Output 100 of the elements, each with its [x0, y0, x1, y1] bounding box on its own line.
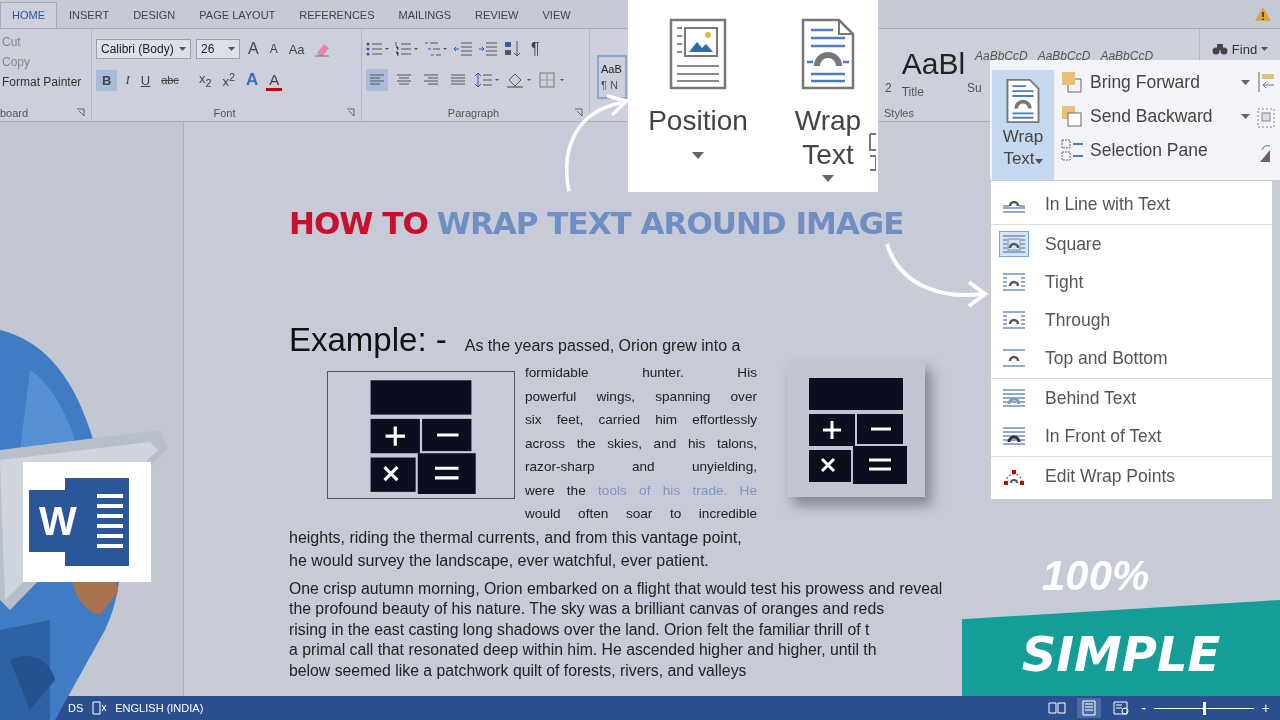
style-name: Title	[901, 85, 924, 99]
style-sample: AaBbCcD	[975, 49, 1028, 63]
zoom-in-button[interactable]: +	[1261, 700, 1270, 716]
ribbon-icon[interactable]	[868, 132, 876, 172]
body-text: powerful wings, spanning over	[525, 387, 757, 406]
group-label: Font	[213, 107, 236, 119]
group-label: Paragraph	[447, 107, 500, 119]
caret-icon	[1241, 79, 1250, 85]
view-mode-icon[interactable]	[1077, 698, 1102, 718]
promo-text: SIMPLE	[1021, 626, 1221, 682]
font-button[interactable]: A	[266, 40, 281, 58]
numbering-icon[interactable]	[395, 41, 419, 57]
arrange-command[interactable]: Selection Pane	[1060, 138, 1250, 162]
position-icon	[667, 18, 729, 90]
document-title: WRAP TEXT AROUND IMAGE	[436, 205, 904, 241]
warning-icon[interactable]	[1254, 6, 1272, 22]
menu-item[interactable]: Tight	[991, 263, 1272, 301]
wrap-option-icon	[1001, 309, 1027, 331]
body-text: razor-sharp and unyielding,	[525, 458, 757, 476]
shading-icon[interactable]	[505, 71, 533, 89]
font-family-field[interactable]: Calibri (Body)	[96, 39, 191, 59]
zoom-out-button[interactable]: -	[1141, 700, 1146, 716]
ribbon-large-button[interactable]: Wrap Text	[778, 18, 878, 192]
language-indicator[interactable]: ENGLISH (INDIA)	[115, 702, 204, 714]
caret-icon	[1241, 113, 1250, 119]
sort-icon[interactable]	[503, 40, 523, 58]
ribbon-tab[interactable]: HOME	[0, 2, 57, 28]
caret-icon	[1034, 159, 1043, 165]
menu-item[interactable]: Behind Text	[991, 379, 1272, 417]
ribbon-tab[interactable]: REFERENCES	[287, 2, 387, 28]
format-button[interactable]: x$_{2}$	[195, 69, 215, 91]
arrange-icon	[1060, 138, 1084, 162]
show-marks-button[interactable]: ¶	[528, 38, 543, 60]
arrange-command[interactable]: Send Backward	[1060, 104, 1250, 128]
launcher-icon[interactable]	[346, 108, 355, 117]
style-gallery-item[interactable]: 2	[885, 75, 892, 99]
ribbon-tab[interactable]: VIEW	[530, 2, 583, 28]
line-spacing-icon[interactable]	[474, 71, 500, 89]
style-name: ¶ N	[601, 79, 618, 91]
group-objects-icon[interactable]	[1256, 106, 1276, 130]
wrap-text-button[interactable]: Wrap Text	[992, 70, 1054, 180]
menu-item[interactable]: Edit Wrap Points	[991, 457, 1272, 495]
caret-icon[interactable]	[179, 47, 186, 51]
align-objects-icon[interactable]	[1256, 70, 1276, 94]
format-button[interactable]: B	[96, 69, 118, 91]
multilevel-list-icon[interactable]	[424, 41, 448, 57]
body-text: rising in the east casting long shadows over the land. Orion felt the familiar thrill of t	[289, 619, 870, 640]
arrange-command[interactable]: Bring Forward	[1060, 70, 1250, 94]
menu-item[interactable]: In Line with Text	[991, 185, 1272, 223]
wrap-option-icon	[1001, 425, 1027, 447]
example-heading: Example: -	[289, 321, 447, 359]
launcher-icon[interactable]	[76, 108, 85, 117]
increase-indent-icon[interactable]	[478, 41, 498, 57]
style-gallery-item[interactable]: Su	[967, 75, 982, 99]
format-button[interactable]: abc	[158, 72, 182, 88]
style-sample: AaBbCcD	[1100, 49, 1154, 63]
promo-text: 100%	[1042, 552, 1150, 600]
decrease-indent-icon[interactable]	[453, 41, 473, 57]
ribbon-tab[interactable]: REVIEW	[463, 2, 531, 28]
font-size-field[interactable]: 26	[196, 39, 240, 59]
ribbon-tab[interactable]: MAILINGS	[386, 2, 464, 28]
font-button[interactable]: A	[245, 38, 262, 60]
body-text: across the skies, and his talons,	[525, 434, 757, 453]
wrap-option-icon	[1001, 271, 1027, 293]
find-button[interactable]: Find	[1211, 39, 1269, 59]
menu-item[interactable]: In Front of Text	[991, 417, 1272, 455]
menu-item[interactable]: Top and Bottom	[991, 339, 1272, 377]
arrange-icon	[1060, 70, 1084, 94]
body-text: would often soar to incredible	[525, 505, 757, 523]
body-text: As the years passed, Orion grew into a	[464, 336, 741, 356]
clipboard-command[interactable]: Format Painter	[2, 75, 87, 89]
wrap-option-icon	[1001, 233, 1027, 255]
caret-icon	[1261, 47, 1269, 51]
wrap-text-icon	[1005, 78, 1041, 124]
ribbon-tab[interactable]: INSERT	[57, 2, 122, 28]
body-text: he would survey the landscape, ever watchful, ever patient.	[289, 551, 709, 571]
body-text: heights, riding the thermal currents, and from this vantage point,	[289, 527, 742, 548]
wrap-option-icon	[1001, 387, 1027, 409]
format-button[interactable]: U	[137, 70, 154, 90]
caret-icon[interactable]	[228, 47, 235, 51]
menu-item[interactable]: Square	[991, 225, 1272, 263]
format-button[interactable]: x$^{2}$	[219, 68, 238, 92]
body-text: the profound beauty of his nature. The sky was a brilliant canvas of oranges and reds	[289, 599, 885, 619]
group-label: Styles	[884, 107, 914, 119]
body-text: below seemed like a patchwork quilt of forests, rivers, and valleys	[289, 660, 747, 681]
font-button[interactable]: Aa	[285, 39, 308, 59]
format-button[interactable]: A	[266, 69, 283, 91]
ribbon-tab[interactable]: DESIGN	[121, 2, 188, 28]
body-text: were the tools of his trade. He	[525, 481, 757, 500]
ribbon-large-button[interactable]: Position	[648, 18, 748, 192]
ribbon-tab[interactable]: PAGE LAYOUT	[187, 2, 288, 28]
word-count[interactable]: DS	[68, 702, 84, 714]
document-title: HOW TO	[289, 205, 428, 241]
wrap-text-icon	[799, 18, 857, 90]
launcher-icon[interactable]	[574, 108, 583, 117]
style-gallery-item[interactable]: AaBl Title	[901, 49, 966, 99]
proofing-icon[interactable]	[91, 701, 108, 715]
bullets-icon[interactable]	[366, 41, 390, 57]
menu-item[interactable]: Through	[991, 301, 1272, 339]
format-button[interactable]: I	[122, 70, 133, 90]
